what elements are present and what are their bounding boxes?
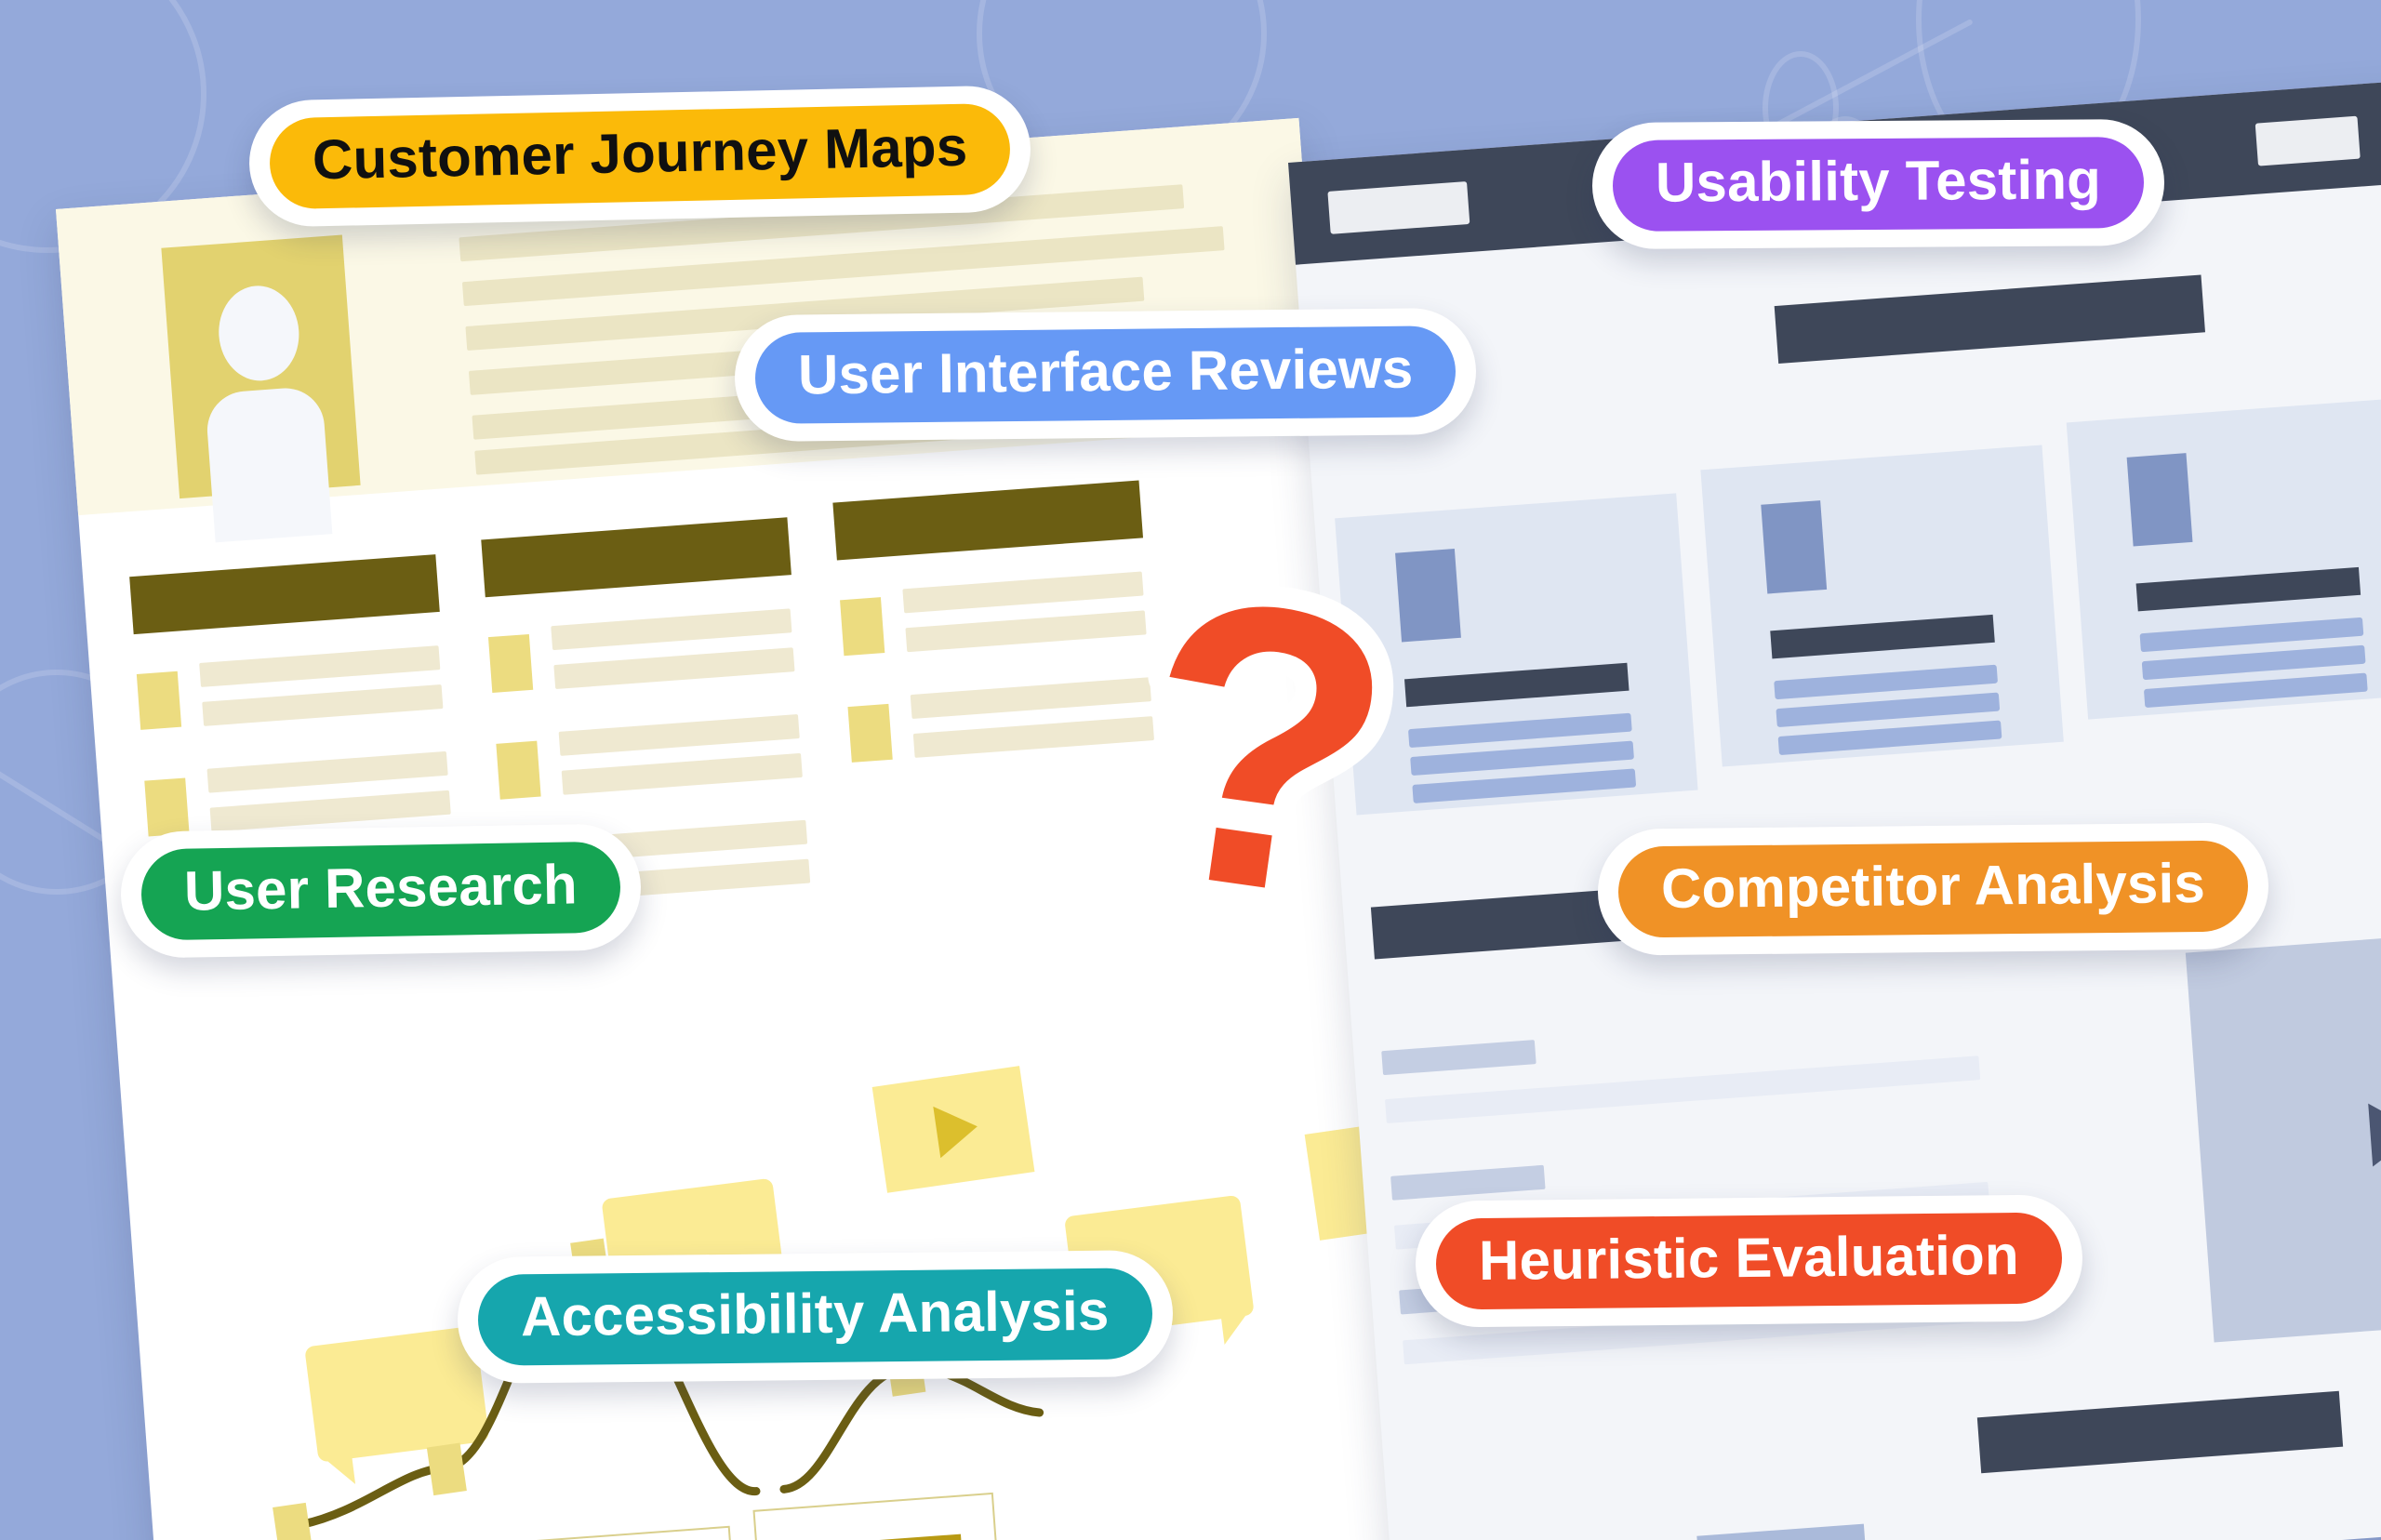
table-row-marker — [487, 633, 534, 694]
footer-chip — [1696, 1523, 1868, 1540]
card-thumbnail — [1761, 500, 1828, 594]
video-sticky-note — [871, 1066, 1035, 1193]
user-avatar-placeholder — [161, 234, 361, 543]
content-card[interactable] — [1700, 445, 2064, 767]
card-text-line — [1777, 720, 2002, 756]
mini-document-title — [779, 1533, 965, 1540]
avatar-body-shape — [204, 385, 332, 543]
chart-marker — [273, 1502, 313, 1540]
pill-customer-journey-maps[interactable]: Customer Journey Maps — [247, 85, 1032, 228]
card-title-bar — [1404, 662, 1629, 708]
table-row-line — [209, 790, 451, 832]
table-row-marker — [144, 777, 190, 837]
table-row-line — [902, 571, 1144, 614]
play-icon[interactable] — [2368, 1099, 2381, 1167]
table-column-header — [481, 517, 791, 598]
content-card[interactable] — [2066, 397, 2381, 720]
play-icon — [933, 1100, 981, 1159]
pill-user-interface-reviews[interactable]: User Interface Reviews — [734, 307, 1478, 443]
pill-user-research[interactable]: User Research — [119, 823, 643, 959]
avatar-head-shape — [215, 283, 302, 384]
table-row-marker — [840, 597, 885, 657]
footer-bar — [1976, 1390, 2344, 1474]
pill-label: Customer Journey Maps — [269, 102, 1012, 210]
table-column-header — [129, 554, 440, 635]
pill-label: Accessibility Analysis — [477, 1268, 1152, 1366]
table-row-line — [558, 714, 800, 756]
card-title-bar — [2135, 566, 2361, 612]
article-line — [1381, 1040, 1536, 1076]
card-title-bar — [1770, 614, 1995, 659]
question-mark-fill: ? — [1112, 524, 1417, 963]
pill-label: User Research — [140, 841, 621, 941]
question-mark-icon: ? ? — [1091, 524, 1438, 963]
card-thumbnail — [2126, 453, 2193, 547]
page-heading-bar — [1774, 274, 2205, 364]
pill-label: Usability Testing — [1612, 137, 2145, 232]
article-line — [1390, 1164, 1546, 1201]
table-row-marker — [847, 703, 893, 763]
table-row-marker — [496, 740, 541, 800]
card-text-line — [1412, 768, 1637, 803]
table-row-line — [561, 752, 803, 795]
pill-label: Heuristic Evaluation — [1435, 1212, 2063, 1310]
pill-label: Competitor Analysis — [1617, 840, 2249, 938]
table-row-line — [206, 750, 448, 793]
card-text-line — [2143, 672, 2368, 709]
illustration-canvas: ? ? Customer Journey Maps Usability Test… — [0, 0, 2381, 1540]
table-row-line — [553, 647, 795, 690]
pill-competitor-analysis[interactable]: Competitor Analysis — [1597, 822, 2269, 956]
table-column-header — [832, 480, 1144, 561]
browser-tab[interactable] — [2255, 115, 2361, 166]
side-media-panel[interactable] — [2185, 923, 2381, 1343]
table-row-line — [202, 684, 444, 726]
table-row-line — [905, 610, 1147, 653]
pill-accessibility-analysis[interactable]: Accessibility Analysis — [457, 1249, 1174, 1385]
pill-label: User Interface Reviews — [754, 325, 1457, 424]
table-row-line — [199, 645, 441, 687]
pill-usability-testing[interactable]: Usability Testing — [1591, 118, 2165, 250]
pill-heuristic-evaluation[interactable]: Heuristic Evaluation — [1415, 1194, 2083, 1328]
chart-marker — [426, 1442, 467, 1496]
table-row-marker — [136, 670, 182, 730]
table-row-line — [551, 608, 792, 651]
